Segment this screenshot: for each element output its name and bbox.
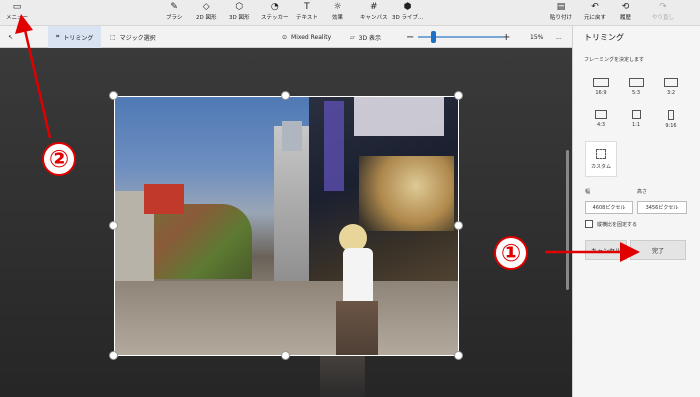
arrow-head-done: [620, 242, 640, 262]
arrow-head-menu: [15, 14, 33, 34]
arrow-to-menu: [23, 29, 52, 139]
annotation-circle-1: ①: [494, 236, 528, 270]
annotation-arrows: [15, 14, 640, 262]
annotation-circle-2: ②: [42, 142, 76, 176]
